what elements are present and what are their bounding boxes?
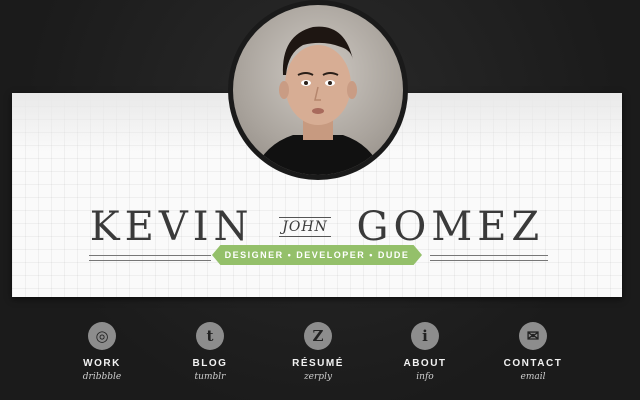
nav-item-about[interactable]: i ABOUT info	[375, 316, 475, 382]
title-rule-right	[430, 255, 548, 261]
nav-item-resume[interactable]: Z RÉSUMÉ zerply	[268, 316, 368, 382]
nav-sublabel[interactable]: email	[483, 372, 583, 382]
last-name: GOMEZ	[356, 204, 545, 250]
avatar	[233, 5, 403, 175]
nav-label[interactable]: RÉSUMÉ	[268, 358, 368, 369]
zerply-icon[interactable]: Z	[304, 322, 332, 350]
nav-label[interactable]: WORK	[52, 358, 152, 369]
nav-sublabel[interactable]: info	[375, 372, 475, 382]
nav-sublabel[interactable]: dribbble	[52, 372, 152, 382]
middle-name: JOHN	[279, 217, 331, 237]
portrait-illustration	[253, 26, 383, 175]
nav-item-contact[interactable]: ✉ CONTACT email	[483, 316, 583, 382]
main-nav: ◎ WORK dribbble t BLOG tumblr Z RÉSUMÉ z…	[0, 316, 640, 400]
title-rule-left	[89, 255, 211, 261]
nav-label[interactable]: ABOUT	[375, 358, 475, 369]
info-icon[interactable]: i	[411, 322, 439, 350]
nav-item-blog[interactable]: t BLOG tumblr	[160, 316, 260, 382]
nav-label[interactable]: BLOG	[160, 358, 260, 369]
nav-item-work[interactable]: ◎ WORK dribbble	[52, 316, 152, 382]
nav-sublabel[interactable]: tumblr	[160, 372, 260, 382]
first-name: KEVIN	[89, 204, 254, 250]
tumblr-icon[interactable]: t	[196, 322, 224, 350]
tagline-ribbon: DESIGNER • DEVELOPER • DUDE	[212, 245, 422, 265]
nav-label[interactable]: CONTACT	[483, 358, 583, 369]
mail-icon[interactable]: ✉	[519, 322, 547, 350]
nav-sublabel[interactable]: zerply	[268, 372, 368, 382]
site-title: KEVIN JOHN GOMEZ	[12, 201, 622, 250]
dribbble-icon[interactable]: ◎	[88, 322, 116, 350]
